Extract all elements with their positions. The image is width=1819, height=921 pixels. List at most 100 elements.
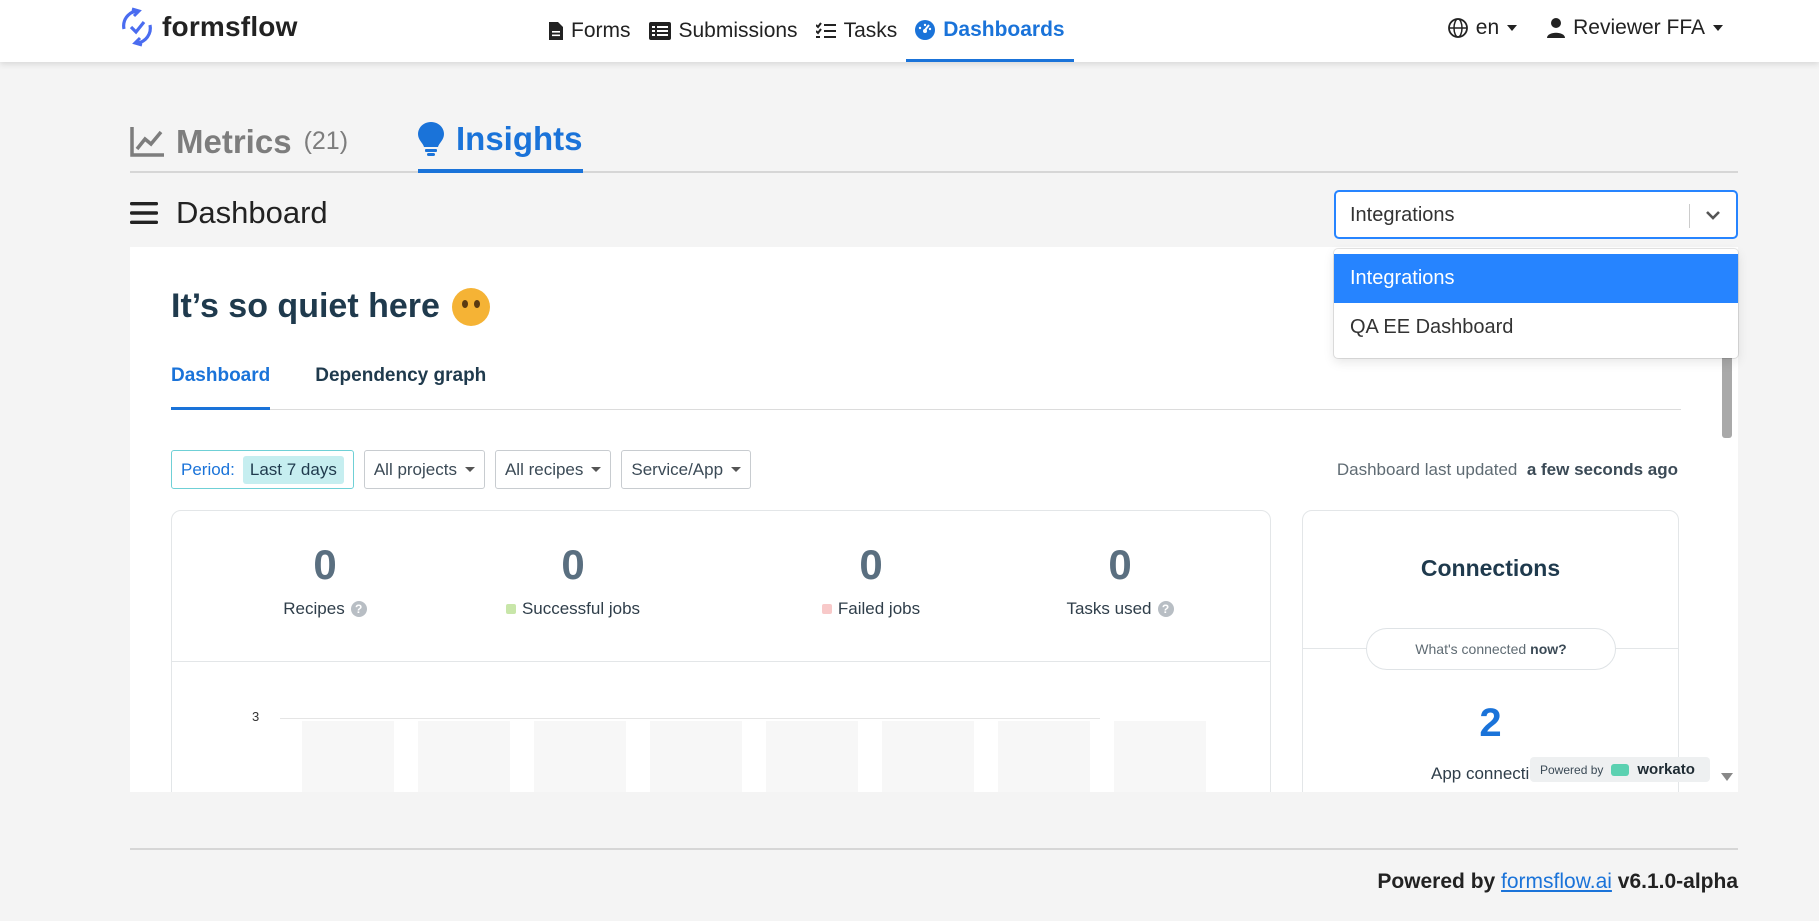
scroll-down-arrow-icon[interactable] — [1721, 773, 1733, 781]
legend-swatch — [821, 604, 832, 614]
line-chart-icon — [130, 126, 164, 157]
brand-name: formsflow — [162, 11, 298, 42]
user-dropdown[interactable]: Reviewer FFA — [1547, 16, 1723, 40]
footer: Powered by formsflow.ai v6.1.0-alpha — [1377, 870, 1738, 894]
caret-down-icon — [731, 467, 742, 472]
nav-tasks-label: Tasks — [843, 19, 898, 42]
nav-forms-label: Forms — [571, 19, 631, 42]
dashboard-title: Dashboard — [176, 195, 328, 230]
select-separator — [1689, 204, 1690, 228]
stat-successful-label: Successful jobs — [521, 599, 641, 618]
globe-icon — [1447, 18, 1468, 38]
nav-submissions-label: Submissions — [678, 19, 798, 42]
whats-connected-button[interactable]: What's connected now? — [1366, 628, 1616, 670]
chevron-down-icon[interactable] — [1704, 205, 1722, 225]
tab-insights-label: Insights — [456, 119, 583, 157]
period-filter[interactable]: Period: Last 7 days — [171, 450, 354, 489]
user-name: Reviewer FFA — [1573, 16, 1705, 39]
chart-bar-placeholder — [418, 721, 510, 792]
caret-down-icon — [464, 467, 475, 472]
chart-bar-placeholder — [1114, 721, 1206, 792]
embed-scrollbar-thumb[interactable] — [1722, 355, 1732, 438]
hamburger-menu-icon[interactable] — [130, 201, 158, 225]
stat-recipes-label: Recipes — [283, 599, 345, 618]
lightbulb-icon — [418, 121, 444, 156]
thinking-face-icon — [451, 287, 490, 326]
nav-dashboards[interactable]: Dashboards — [906, 0, 1074, 62]
chart-bar-placeholder — [766, 721, 858, 792]
connections-count: 2 — [1479, 701, 1502, 745]
dashboard-select-value[interactable]: Integrations — [1350, 204, 1455, 227]
service-filter[interactable]: Service/App — [621, 450, 752, 489]
main-tabs: Metrics (21) Insights — [130, 110, 1738, 173]
stat-failed-jobs: 0 Failed jobs — [771, 541, 971, 619]
empty-heading-text: It’s so quiet here — [171, 287, 440, 325]
footer-prefix: Powered by — [1377, 870, 1496, 893]
tab-metrics[interactable]: Metrics (21) — [130, 110, 348, 173]
file-icon — [549, 22, 563, 40]
whats-connected-text: What's connected — [1415, 641, 1527, 657]
service-filter-label: Service/App — [631, 459, 724, 479]
dashboard-icon — [915, 19, 936, 40]
top-navbar: formsflow Forms Submissions Tasks Dashbo… — [0, 0, 1819, 62]
dashboard-select[interactable]: Integrations — [1334, 190, 1738, 239]
filter-bar: Period: Last 7 days All projects All rec… — [171, 450, 752, 489]
nav-right: en Reviewer FFA — [1447, 0, 1723, 56]
last-updated-label: Dashboard last updated — [1336, 460, 1518, 479]
tab-metrics-label: Metrics — [176, 122, 292, 160]
embed-tab-dashboard[interactable]: Dashboard — [171, 365, 271, 410]
chart-bar-placeholder — [534, 721, 626, 792]
chart-bar-placeholder — [882, 721, 974, 792]
footer-version: v6.1.0-alpha — [1617, 870, 1738, 893]
stat-successful-jobs: 0 Successful jobs — [473, 541, 673, 619]
stat-failed-value: 0 — [859, 541, 883, 588]
chevron-down-icon — [1713, 25, 1723, 31]
last-updated: Dashboard last updated a few seconds ago — [1337, 460, 1678, 480]
stat-failed-label: Failed jobs — [837, 599, 921, 618]
connections-card: Connections What's connected now? 2 App … — [1302, 510, 1679, 792]
chevron-down-icon — [1507, 25, 1518, 31]
dashboard-option-integrations[interactable]: Integrations — [1334, 254, 1738, 303]
workato-logo-icon — [1611, 763, 1630, 776]
footer-divider — [130, 848, 1738, 850]
nav-submissions[interactable]: Submissions — [640, 0, 807, 62]
chart-y-tick: 3 — [252, 709, 260, 724]
stat-successful-value: 0 — [561, 541, 585, 588]
last-updated-value: a few seconds ago — [1526, 460, 1678, 479]
recipes-filter[interactable]: All recipes — [494, 450, 612, 489]
workato-badge-text: Powered by — [1540, 762, 1604, 777]
workato-badge[interactable]: Powered by workato — [1530, 757, 1710, 782]
dashboard-option-qa-ee[interactable]: QA EE Dashboard — [1334, 303, 1738, 352]
embed-tabs: Dashboard Dependency graph — [171, 365, 1681, 410]
brand-logo[interactable]: formsflow — [120, 7, 298, 47]
nav-forms[interactable]: Forms — [540, 0, 640, 62]
footer-link[interactable]: formsflow.ai — [1501, 870, 1612, 893]
tab-insights[interactable]: Insights — [418, 110, 583, 173]
tasks-icon — [815, 22, 836, 38]
empty-heading: It’s so quiet here — [171, 287, 490, 326]
main-nav: Forms Submissions Tasks Dashboards — [540, 0, 1074, 62]
stats-card: 0 Recipes? 0 Successful jobs 0 Failed jo… — [171, 510, 1271, 792]
nav-dashboards-label: Dashboards — [943, 17, 1065, 41]
formsflow-logo-icon — [122, 7, 152, 47]
dashboard-select-menu: Integrations QA EE Dashboard — [1334, 249, 1738, 358]
help-icon[interactable]: ? — [350, 601, 367, 617]
projects-filter[interactable]: All projects — [363, 450, 485, 489]
language-dropdown[interactable]: en — [1447, 16, 1518, 40]
chart-bar-placeholder — [998, 721, 1090, 792]
dashboard-header: Dashboard — [130, 195, 328, 231]
legend-swatch — [505, 604, 516, 614]
stat-recipes: 0 Recipes? — [225, 541, 425, 619]
list-icon — [648, 22, 671, 40]
chart-gridline — [280, 718, 1100, 719]
workato-name: workato — [1637, 761, 1695, 778]
recipes-filter-label: All recipes — [504, 459, 584, 479]
stat-tasks-used: 0 Tasks used? — [1020, 541, 1220, 619]
nav-tasks[interactable]: Tasks — [807, 0, 907, 62]
divider — [172, 661, 1270, 662]
chart-bar-placeholder — [650, 721, 742, 792]
caret-down-icon — [591, 467, 602, 472]
embed-tab-dependency-graph[interactable]: Dependency graph — [315, 365, 486, 410]
period-value: Last 7 days — [242, 455, 344, 484]
help-icon[interactable]: ? — [1157, 601, 1174, 617]
